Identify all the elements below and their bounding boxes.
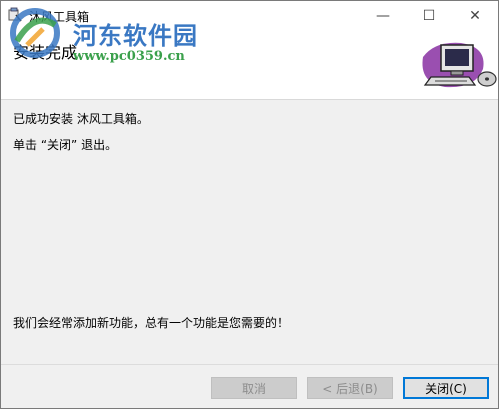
close-instruction-message: 单击 “关闭” 退出。 <box>13 138 118 152</box>
watermark-url: www.pc0359.cn <box>73 49 185 64</box>
close-window-button[interactable]: ✕ <box>452 1 498 31</box>
back-button[interactable]: < 后退(B) <box>307 377 393 399</box>
watermark-text: 河东软件园 <box>73 21 198 50</box>
header-banner: 安装完成 河东软件园 www.pc0359.cn <box>1 8 498 100</box>
feature-note-message: 我们会经常添加新功能，总有一个功能是您需要的！ <box>13 316 290 330</box>
maximize-button[interactable]: ☐ <box>406 1 452 31</box>
hedong-logo-icon <box>10 8 60 58</box>
footer-divider <box>1 364 498 365</box>
installer-window: 沐风工具箱 — ☐ ✕ 安装完成 河东软件园 www.pc0359.cn 已成功… <box>0 0 499 409</box>
close-button[interactable]: 关闭(C) <box>403 377 489 399</box>
cancel-button[interactable]: 取消 <box>211 377 297 399</box>
computer-with-disc-icon <box>422 42 497 88</box>
main-content: 已成功安装 沐风工具箱。 单击 “关闭” 退出。 我们会经常添加新功能，总有一个… <box>1 100 498 362</box>
minimize-button[interactable]: — <box>360 1 406 31</box>
install-success-message: 已成功安装 沐风工具箱。 <box>13 112 149 126</box>
